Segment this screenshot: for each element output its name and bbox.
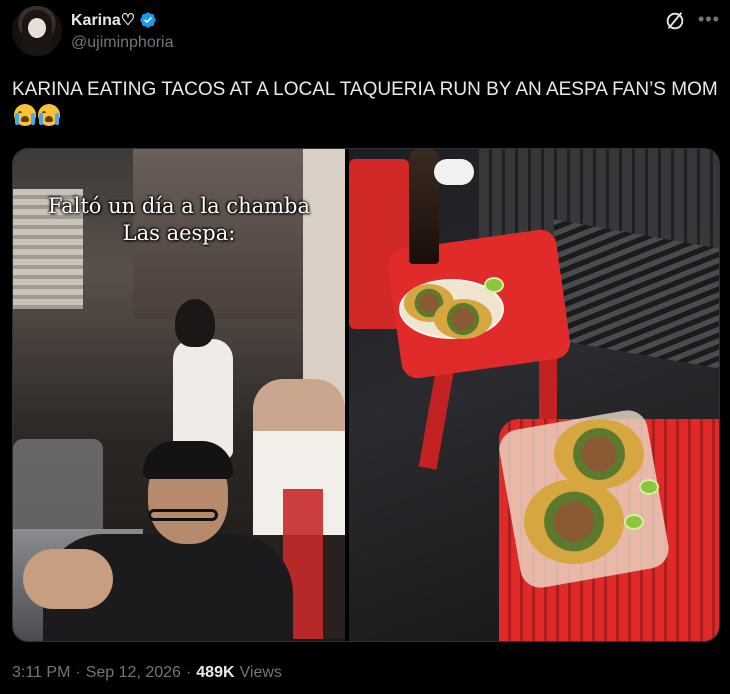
tweet-body: KARINA EATING TACOS AT A LOCAL TAQUERIA … [12, 79, 718, 100]
avatar[interactable] [12, 6, 62, 56]
photo-caption-line-1: Faltó un día a la chamba [47, 194, 310, 218]
tweet-time[interactable]: 3:11 PM [12, 664, 70, 682]
views-count[interactable]: 489K [196, 664, 234, 682]
avatar-face [28, 18, 46, 38]
tweet-date[interactable]: Sep 12, 2026 [86, 664, 181, 682]
meta-separator: · [75, 664, 81, 681]
tweet-header: Karina♡ @ujiminphoria ••• [12, 6, 720, 56]
more-icon[interactable]: ••• [698, 10, 720, 32]
tweet-text: KARINA EATING TACOS AT A LOCAL TAQUERIA … [12, 76, 718, 130]
photo-caption-line-2: Las aespa: [122, 221, 236, 245]
loudly-crying-face-icon [38, 104, 60, 126]
display-name[interactable]: Karina♡ [71, 10, 135, 30]
tweet-meta: 3:11 PM · Sep 12, 2026 · 489K Views [12, 664, 282, 682]
media-grid: Faltó un día a la chamba Las aespa: [12, 148, 720, 642]
photo-tacos-on-stools[interactable] [349, 149, 719, 641]
name-row: Karina♡ [71, 10, 157, 30]
grok-icon[interactable] [664, 10, 686, 32]
photo-caption: Faltó un día a la chamba Las aespa: [13, 193, 345, 247]
views-label: Views [239, 664, 282, 681]
handle[interactable]: @ujiminphoria [71, 34, 174, 52]
meta-separator: · [185, 664, 192, 681]
loudly-crying-face-icon [14, 104, 36, 126]
verified-badge-icon[interactable] [139, 11, 157, 29]
photo-taqueria-stand[interactable]: Faltó un día a la chamba Las aespa: [13, 149, 345, 641]
